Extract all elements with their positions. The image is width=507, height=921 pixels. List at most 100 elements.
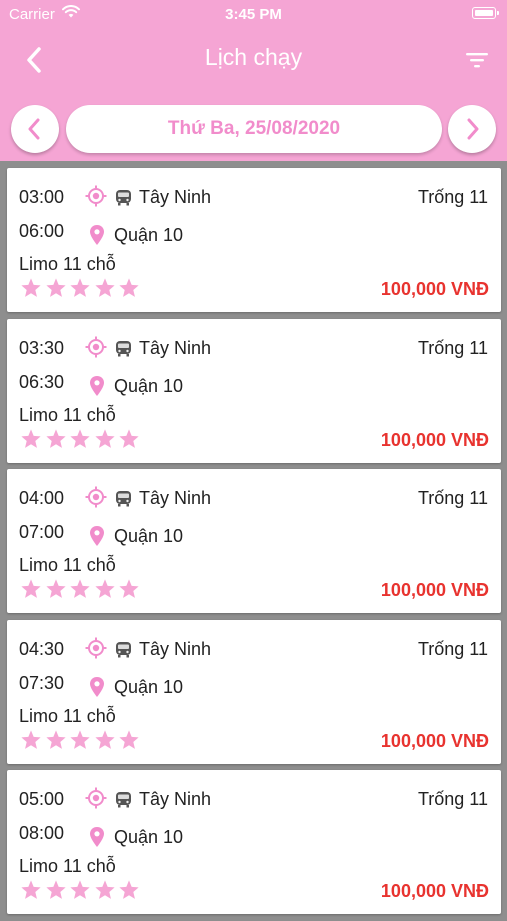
- arrival-time: 08:00: [19, 823, 65, 843]
- bus-icon: [115, 490, 132, 507]
- origin-label: Tây Ninh: [139, 337, 212, 358]
- seats-available: Trống 11: [417, 337, 488, 358]
- star-icon: [69, 879, 91, 901]
- date-selector: Thứ Ba, 25/08/2020: [0, 103, 507, 153]
- vehicle-type: Limo 11 chỗ: [19, 254, 116, 274]
- departure-time: 03:00: [19, 187, 65, 207]
- location-pin-icon: [89, 826, 105, 848]
- bus-icon: [115, 641, 132, 658]
- target-icon: [85, 637, 107, 659]
- star-icon: [69, 277, 91, 299]
- nav-bar: Lịch chạy: [0, 38, 507, 82]
- seats-available: Trống 11: [417, 789, 488, 809]
- arrival-time: 06:30: [19, 371, 65, 392]
- trip-card[interactable]: 04:30 07:30 Tây Ninh Trống 11 Quận 10 Li…: [7, 619, 501, 764]
- current-date[interactable]: Thứ Ba, 25/08/2020: [66, 105, 442, 153]
- location-pin-icon: [89, 525, 105, 547]
- star-icon: [20, 578, 42, 600]
- star-icon: [69, 428, 91, 450]
- star-icon: [45, 729, 67, 751]
- trip-card[interactable]: 05:00 08:00 Tây Ninh Trống 11 Quận 10 Li…: [7, 770, 501, 914]
- bus-icon: [115, 189, 132, 206]
- star-icon: [94, 428, 116, 450]
- location-pin-icon: [89, 676, 105, 698]
- location-pin-icon: [89, 375, 105, 397]
- star-icon: [94, 729, 116, 751]
- arrival-time: 07:30: [19, 672, 65, 693]
- star-icon: [69, 578, 91, 600]
- star-icon: [94, 879, 116, 901]
- star-icon: [45, 578, 67, 600]
- ticket-price: 100,000 VNĐ: [380, 279, 489, 299]
- vehicle-type: Limo 11 chỗ: [19, 705, 116, 726]
- departure-time: 03:30: [19, 337, 65, 358]
- star-icon: [94, 277, 116, 299]
- trip-list: 03:00 06:00 Tây Ninh Trống 11 Quận 10 Li…: [7, 168, 501, 921]
- star-icon: [20, 277, 42, 299]
- target-icon: [85, 486, 107, 508]
- origin-label: Tây Ninh: [139, 488, 212, 508]
- destination-label: Quận 10: [114, 526, 184, 546]
- destination-label: Quận 10: [114, 375, 184, 396]
- battery-icon: [472, 7, 499, 19]
- star-icon: [20, 729, 42, 751]
- status-bar: Carrier 3:45 PM: [0, 0, 507, 28]
- ticket-price: 100,000 VNĐ: [380, 429, 489, 450]
- trip-card[interactable]: 04:00 07:00 Tây Ninh Trống 11 Quận 10 Li…: [7, 469, 501, 613]
- star-icon: [20, 428, 42, 450]
- star-icon: [118, 277, 140, 299]
- rating-stars: [20, 277, 143, 299]
- star-icon: [69, 729, 91, 751]
- vehicle-type: Limo 11 chỗ: [19, 404, 116, 425]
- filter-button[interactable]: [465, 48, 489, 72]
- star-icon: [20, 879, 42, 901]
- departure-time: 05:00: [19, 789, 65, 809]
- target-icon: [85, 336, 107, 358]
- page-title: Lịch chạy: [204, 44, 303, 70]
- star-icon: [118, 578, 140, 600]
- next-date-button[interactable]: [448, 105, 496, 153]
- target-icon: [85, 185, 107, 207]
- destination-label: Quận 10: [114, 827, 184, 847]
- star-icon: [118, 428, 140, 450]
- seats-available: Trống 11: [417, 187, 488, 207]
- star-icon: [118, 729, 140, 751]
- vehicle-type: Limo 11 chỗ: [19, 856, 116, 876]
- star-icon: [45, 277, 67, 299]
- chevron-left-icon: [28, 118, 40, 140]
- ticket-price: 100,000 VNĐ: [380, 881, 489, 901]
- rating-stars: [20, 428, 143, 450]
- star-icon: [45, 879, 67, 901]
- arrival-time: 07:00: [19, 522, 65, 542]
- origin-label: Tây Ninh: [139, 638, 212, 659]
- departure-time: 04:30: [19, 638, 65, 659]
- rating-stars: [20, 729, 143, 751]
- filter-icon: [466, 53, 488, 68]
- departure-time: 04:00: [19, 488, 65, 508]
- trip-card[interactable]: 03:00 06:00 Tây Ninh Trống 11 Quận 10 Li…: [7, 168, 501, 312]
- bus-icon: [115, 791, 132, 808]
- location-pin-icon: [89, 224, 105, 246]
- seats-available: Trống 11: [417, 638, 488, 659]
- ticket-price: 100,000 VNĐ: [380, 730, 489, 751]
- star-icon: [94, 578, 116, 600]
- status-time: 3:45 PM: [225, 6, 282, 23]
- destination-label: Quận 10: [114, 676, 184, 697]
- arrival-time: 06:00: [19, 221, 65, 241]
- bus-icon: [115, 340, 132, 357]
- prev-date-button[interactable]: [11, 105, 59, 153]
- vehicle-type: Limo 11 chỗ: [19, 555, 116, 575]
- star-icon: [118, 879, 140, 901]
- rating-stars: [20, 578, 143, 600]
- seats-available: Trống 11: [417, 488, 488, 508]
- star-icon: [45, 428, 67, 450]
- chevron-right-icon: [467, 118, 479, 140]
- header: Carrier 3:45 PM Lịch chạy Thứ Ba, 25/08/…: [0, 0, 507, 161]
- target-icon: [85, 787, 107, 809]
- origin-label: Tây Ninh: [139, 789, 212, 809]
- origin-label: Tây Ninh: [139, 187, 212, 207]
- destination-label: Quận 10: [114, 225, 184, 245]
- ticket-price: 100,000 VNĐ: [380, 580, 489, 600]
- rating-stars: [20, 879, 143, 901]
- trip-card[interactable]: 03:30 06:30 Tây Ninh Trống 11 Quận 10 Li…: [7, 318, 501, 463]
